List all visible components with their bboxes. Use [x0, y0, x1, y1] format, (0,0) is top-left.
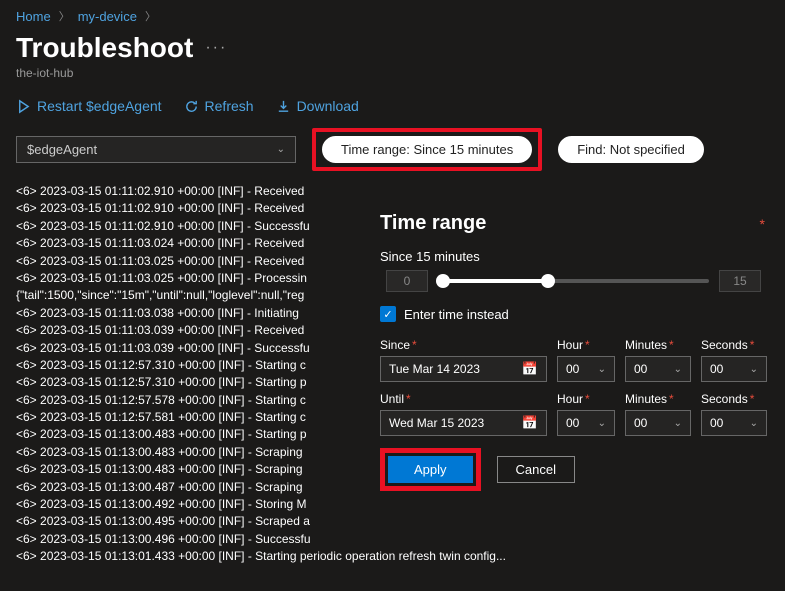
enter-time-checkbox[interactable]: ✓ — [380, 306, 396, 322]
time-slider[interactable] — [438, 279, 709, 283]
until-minutes-select[interactable]: 00⌄ — [625, 410, 691, 436]
refresh-icon — [184, 99, 199, 114]
until-seconds-select[interactable]: 00⌄ — [701, 410, 767, 436]
since-hour-select[interactable]: 00⌄ — [557, 356, 615, 382]
log-line: <6> 2023-03-15 01:13:00.496 +00:00 [INF]… — [16, 531, 769, 548]
refresh-label: Refresh — [205, 98, 254, 114]
find-pill[interactable]: Find: Not specified — [558, 136, 704, 163]
page-title: Troubleshoot — [16, 32, 193, 64]
download-button[interactable]: Download — [276, 98, 359, 114]
required-indicator: * — [760, 216, 765, 232]
until-field-label: Until — [380, 392, 404, 406]
page-subtitle: the-iot-hub — [0, 64, 785, 98]
chevron-down-icon: ⌄ — [277, 144, 285, 155]
module-dropdown[interactable]: $edgeAgent ⌄ — [16, 136, 296, 163]
chevron-right-icon: 〉 — [145, 8, 156, 24]
since-minutes-select[interactable]: 00⌄ — [625, 356, 691, 382]
slider-max-box[interactable]: 15 — [719, 270, 761, 292]
log-line: <6> 2023-03-15 01:13:01.433 +00:00 [INF]… — [16, 548, 769, 565]
since-label: Since 15 minutes — [380, 249, 767, 264]
cancel-button[interactable]: Cancel — [497, 456, 575, 483]
minutes-label: Minutes — [625, 338, 667, 352]
hour-label: Hour — [557, 392, 583, 406]
module-value: $edgeAgent — [27, 142, 97, 157]
log-line: <6> 2023-03-15 01:11:02.910 +00:00 [INF]… — [16, 183, 769, 200]
until-date-value: Wed Mar 15 2023 — [389, 416, 484, 430]
since-date-value: Tue Mar 14 2023 — [389, 362, 480, 376]
slider-thumb-start[interactable] — [436, 274, 450, 288]
time-range-panel: * Time range Since 15 minutes 0 15 ✓ Ent… — [362, 202, 785, 509]
since-date-input[interactable]: Tue Mar 14 2023 📅 — [380, 356, 547, 382]
until-hour-select[interactable]: 00⌄ — [557, 410, 615, 436]
breadcrumb: Home 〉 my-device 〉 — [0, 0, 785, 32]
restart-label: Restart $edgeAgent — [37, 98, 162, 114]
minutes-label: Minutes — [625, 392, 667, 406]
enter-time-label: Enter time instead — [404, 307, 509, 322]
until-date-input[interactable]: Wed Mar 15 2023 📅 — [380, 410, 547, 436]
breadcrumb-home[interactable]: Home — [16, 9, 51, 24]
time-range-pill[interactable]: Time range: Since 15 minutes — [322, 136, 532, 163]
calendar-icon: 📅 — [522, 415, 538, 431]
calendar-icon: 📅 — [522, 361, 538, 377]
seconds-label: Seconds — [701, 392, 748, 406]
since-seconds-select[interactable]: 00⌄ — [701, 356, 767, 382]
toolbar: Restart $edgeAgent Refresh Download — [0, 98, 785, 128]
download-icon — [276, 99, 291, 114]
restart-button[interactable]: Restart $edgeAgent — [16, 98, 162, 114]
play-icon — [16, 99, 31, 114]
breadcrumb-device[interactable]: my-device — [78, 9, 137, 24]
slider-thumb-end[interactable] — [541, 274, 555, 288]
refresh-button[interactable]: Refresh — [184, 98, 254, 114]
log-line: <6> 2023-03-15 01:13:00.495 +00:00 [INF]… — [16, 513, 769, 530]
hour-label: Hour — [557, 338, 583, 352]
chevron-right-icon: 〉 — [59, 8, 70, 24]
since-field-label: Since — [380, 338, 410, 352]
slider-min-box[interactable]: 0 — [386, 270, 428, 292]
seconds-label: Seconds — [701, 338, 748, 352]
more-icon[interactable]: ··· — [205, 39, 227, 57]
apply-button[interactable]: Apply — [388, 456, 473, 483]
panel-heading: Time range — [380, 212, 767, 235]
download-label: Download — [297, 98, 359, 114]
